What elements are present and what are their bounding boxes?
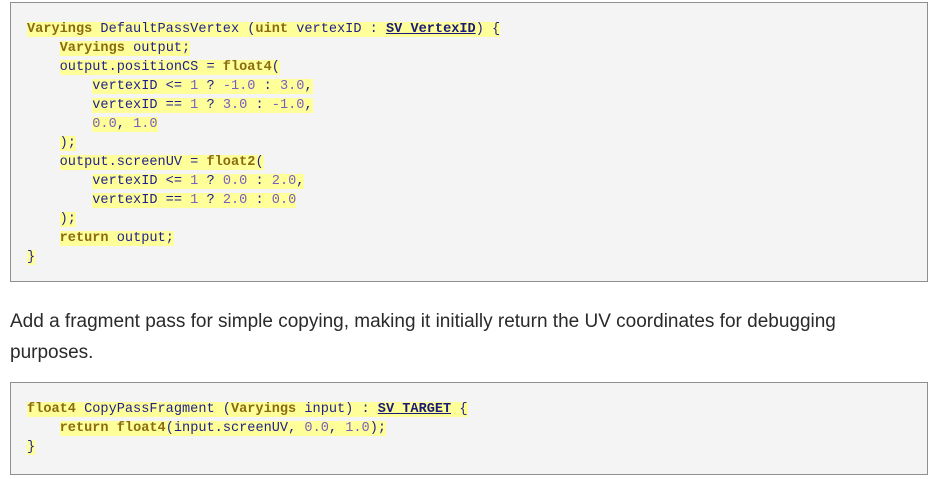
code-line: return output; (27, 229, 500, 248)
code-token: vertexID == (92, 193, 191, 208)
code-line: vertexID <= 1 ? -1.0 : 3.0, (27, 77, 500, 96)
code-block-default-pass-vertex: Varyings DefaultPassVertex (uint vertexI… (10, 2, 928, 282)
code-token: ? (198, 174, 223, 189)
code-line: vertexID == 1 ? 2.0 : 0.0 (27, 191, 500, 210)
code-line: ); (27, 210, 500, 229)
code-token: DefaultPassVertex ( (92, 22, 256, 37)
code-block-copy-pass-fragment: float4 CopyPassFragment (Varyings input)… (10, 382, 928, 475)
code-line: 0.0, 1.0 (27, 115, 500, 134)
code-token: uint (255, 22, 289, 37)
code-token: 2.0 (222, 193, 248, 208)
code-token: float4 (27, 402, 76, 417)
code-line: output.positionCS = float4( (27, 58, 500, 77)
body-paragraph: Add a fragment pass for simple copying, … (10, 311, 836, 363)
code-token: -1.0 (271, 98, 305, 113)
code-line: vertexID <= 1 ? 0.0 : 2.0, (27, 172, 500, 191)
code-line: ); (27, 134, 500, 153)
code-token: } (27, 250, 36, 265)
code-token: ); (59, 212, 76, 227)
code-token: (input.screenUV, (165, 421, 305, 436)
code-token: return (59, 231, 109, 246)
code-token: { (451, 402, 468, 417)
code-token: float4 (222, 60, 272, 75)
code-line: Varyings DefaultPassVertex (uint vertexI… (27, 20, 501, 39)
code-token: 0.0 (304, 421, 329, 436)
code-line: output.screenUV = float2( (27, 153, 500, 172)
code-token: vertexID : (288, 22, 386, 37)
code-listing: Varyings DefaultPassVertex (uint vertexI… (27, 20, 501, 267)
code-token: Varyings (27, 22, 93, 37)
code-token: 0.0 (222, 174, 248, 189)
code-token: CopyPassFragment ( (75, 402, 231, 417)
code-line: float4 CopyPassFragment (Varyings input)… (27, 400, 468, 419)
code-token: ( (271, 60, 280, 75)
code-listing: float4 CopyPassFragment (Varyings input)… (27, 400, 468, 457)
code-token: 3.0 (222, 98, 248, 113)
code-token (108, 421, 117, 436)
code-token: Varyings (59, 41, 125, 56)
code-line: return float4(input.screenUV, 0.0, 1.0); (27, 419, 468, 438)
code-line: } (27, 438, 468, 457)
code-token: output.screenUV = (59, 155, 207, 170)
code-token: : (247, 193, 272, 208)
code-token: , (328, 421, 346, 436)
code-token: SV_TARGET (377, 402, 452, 417)
code-token: 0.0 (92, 117, 117, 132)
code-token: float4 (116, 421, 166, 436)
code-token: : (255, 79, 280, 94)
code-token: output; (124, 41, 191, 56)
code-token: return (59, 421, 109, 436)
code-token: ); (59, 136, 76, 151)
code-token: 1.0 (133, 117, 158, 132)
code-token: ? (198, 98, 223, 113)
code-line: vertexID == 1 ? 3.0 : -1.0, (27, 96, 500, 115)
code-token: output.positionCS = (59, 60, 223, 75)
code-token: , (304, 79, 313, 94)
code-token: SV_VertexID (385, 22, 476, 37)
code-token: : (247, 98, 272, 113)
code-token: ) { (475, 22, 501, 37)
code-token: vertexID <= (92, 79, 191, 94)
code-token: ? (198, 79, 223, 94)
code-token: output; (108, 231, 174, 246)
code-token: 3.0 (279, 79, 305, 94)
code-token: vertexID == (92, 98, 191, 113)
code-token: 0.0 (271, 193, 297, 208)
code-token: Varyings (230, 402, 297, 417)
code-line: Varyings output; (27, 39, 500, 58)
code-token: : (247, 174, 272, 189)
code-line: } (27, 248, 500, 267)
code-token: float2 (206, 155, 256, 170)
code-token: -1.0 (222, 79, 256, 94)
code-token: input) : (296, 402, 378, 417)
code-token: vertexID <= (92, 174, 191, 189)
code-token: } (27, 440, 36, 455)
code-token: ( (255, 155, 264, 170)
code-token: , (116, 117, 134, 132)
code-token: ); (369, 421, 387, 436)
code-token: 2.0 (271, 174, 297, 189)
code-token: ? (198, 193, 223, 208)
code-token: 1.0 (345, 421, 370, 436)
code-token: , (304, 98, 313, 113)
code-token: , (296, 174, 305, 189)
